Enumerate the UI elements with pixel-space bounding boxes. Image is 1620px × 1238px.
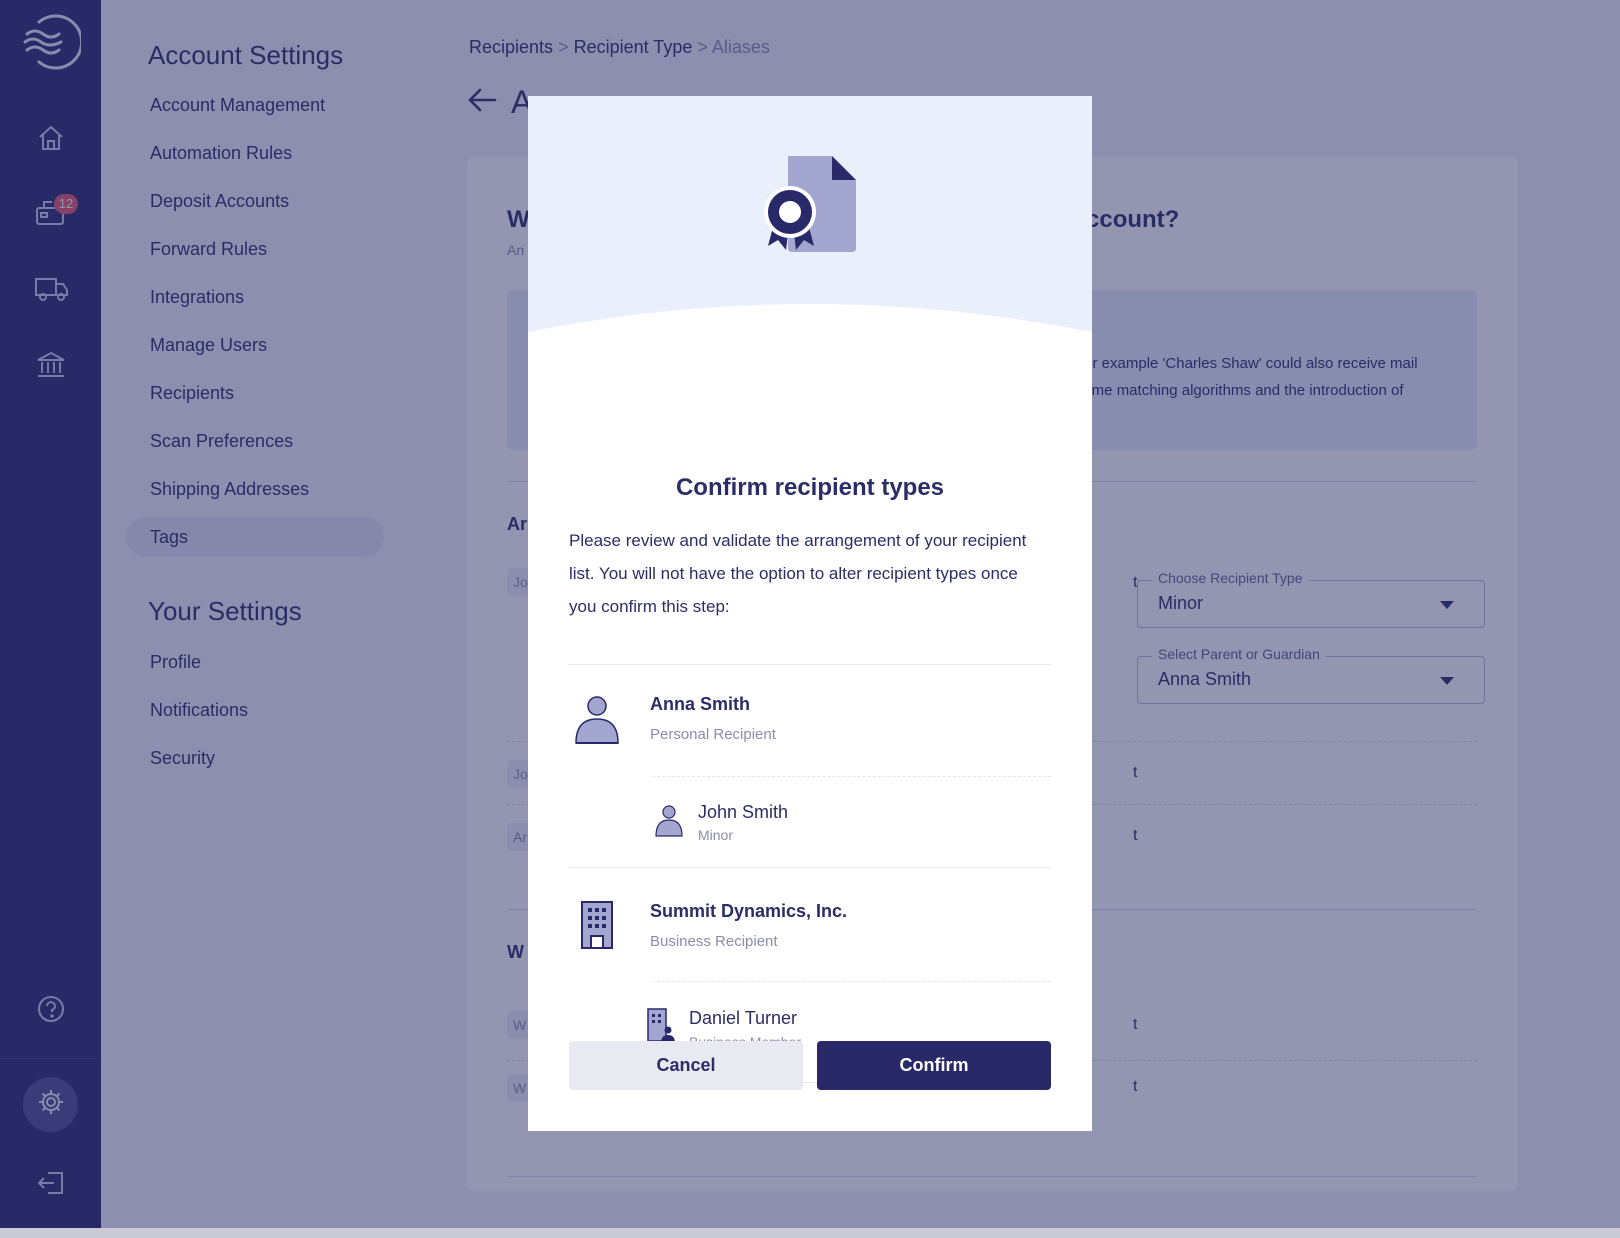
building-icon bbox=[579, 900, 615, 950]
recipient-child-type: Minor bbox=[698, 827, 734, 843]
dialog-title: Confirm recipient types bbox=[675, 474, 945, 501]
divider bbox=[652, 981, 1051, 982]
recipient-name: Summit Dynamics, Inc. bbox=[650, 901, 848, 921]
person-small-icon bbox=[654, 804, 684, 838]
certificate-document-icon bbox=[762, 156, 860, 261]
divider bbox=[569, 867, 1051, 868]
recipient-child-name: Daniel Turner bbox=[689, 1008, 798, 1028]
confirm-button[interactable]: Confirm bbox=[817, 1041, 1051, 1090]
confirm-recipient-types-dialog: Confirm recipient types Please review an… bbox=[528, 96, 1092, 1131]
dialog-description: Please review and validate the arrangeme… bbox=[569, 531, 1027, 616]
divider bbox=[652, 776, 1051, 777]
bottom-strip bbox=[0, 1228, 1620, 1238]
person-icon bbox=[573, 696, 621, 744]
recipient-child-name: John Smith bbox=[698, 802, 789, 822]
cancel-button[interactable]: Cancel bbox=[569, 1041, 803, 1090]
divider bbox=[569, 664, 1051, 665]
recipient-name: Anna Smith bbox=[650, 694, 751, 714]
recipient-type: Personal Recipient bbox=[650, 726, 776, 743]
building-member-icon bbox=[647, 1008, 675, 1044]
recipient-type: Business Recipient bbox=[650, 933, 778, 950]
